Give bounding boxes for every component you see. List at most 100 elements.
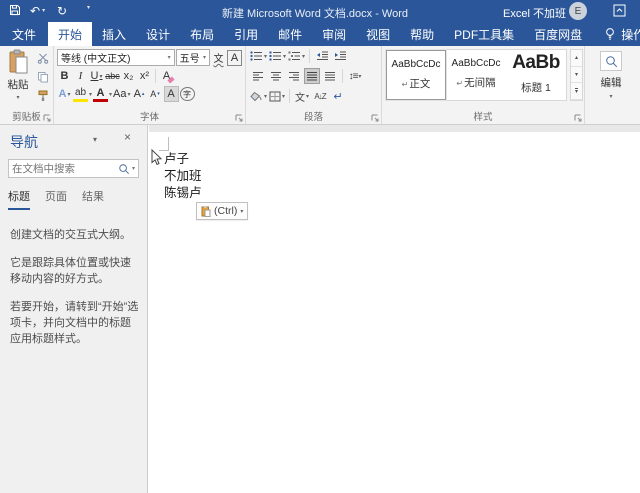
style-normal[interactable]: AaBbCcDc ↵正文 [385,49,447,101]
redo-button[interactable]: ↻ [57,4,67,18]
bold-button[interactable]: B [57,68,72,84]
character-shading-button[interactable]: A [163,86,179,102]
decrease-indent-button[interactable] [314,48,330,64]
styles-dialog-launcher[interactable] [574,114,582,122]
search-input[interactable] [12,162,118,175]
tab-layout[interactable]: 布局 [180,22,224,46]
search-dropdown-icon[interactable]: ▾ [132,165,135,172]
tab-review[interactable]: 审阅 [312,22,356,46]
strikethrough-button[interactable]: abc [105,68,120,84]
font-dialog-launcher[interactable] [235,114,243,122]
document-area: 卢子 不加班 陈锡卢 (Ctrl) ▾ [149,125,640,493]
dialog-launcher-icon [235,114,243,122]
styles-more-button[interactable]: ▾ [571,83,582,101]
align-center-button[interactable] [268,68,284,84]
font-size-combo[interactable]: 五号 ▾ [175,49,210,66]
navigation-tabs: 标题 页面 结果 [8,188,104,210]
chevron-down-icon[interactable]: ▾ [93,135,97,144]
tab-view[interactable]: 视图 [356,22,400,46]
undo-button[interactable]: ↶ ▾ [30,4,45,18]
format-painter-button[interactable] [35,88,51,103]
ribbon: 粘贴 ▾ 剪贴板 等线 (中文正文) ▾ 五号 ▾ 文 A B I U ▾ ab… [0,46,640,125]
redo-icon: ↻ [57,4,68,18]
increase-indent-button[interactable] [332,48,348,64]
scissors-icon [37,53,49,64]
nav-tab-pages[interactable]: 页面 [45,188,67,210]
tab-pdf-tools[interactable]: PDF工具集 [444,22,524,46]
paste-button[interactable]: 粘贴 ▾ [3,49,33,107]
paragraph-dialog-launcher[interactable] [371,114,379,122]
align-left-icon [253,72,263,81]
change-case-button[interactable]: Aa ▾ [113,86,130,102]
styles-scroll-up-button[interactable]: ▴ [571,50,582,67]
distributed-button[interactable] [322,68,338,84]
clear-formatting-button[interactable]: A [159,68,175,84]
search-icon[interactable] [118,163,130,175]
navigation-pane: 导航 ▾ × ▾ 标题 页面 结果 创建文档的交互式大纲。 它是跟踪具体位置或快… [0,125,148,493]
document-line[interactable]: 陈锡卢 [164,185,202,202]
customize-qat-button[interactable]: ▾ [85,4,91,11]
document-page[interactable]: 卢子 不加班 陈锡卢 (Ctrl) ▾ [149,132,640,493]
separator [342,69,343,83]
tab-file[interactable]: 文件 [0,22,48,46]
document-line[interactable]: 不加班 [164,168,202,185]
ribbon-display-options-button[interactable] [613,4,626,17]
character-border-button[interactable]: A [227,49,242,66]
clipboard-dialog-launcher[interactable] [43,114,51,122]
tab-insert[interactable]: 插入 [92,22,136,46]
tab-references[interactable]: 引用 [224,22,268,46]
enclose-characters-button[interactable]: 字 [179,87,195,101]
highlight-color-button[interactable]: ab [73,86,88,102]
tab-baidu-netdisk[interactable]: 百度网盘 [524,22,592,46]
document-line[interactable]: 卢子 [164,151,202,168]
cut-button[interactable] [35,50,51,65]
chevron-down-icon: ▾ [167,55,171,61]
font-name-combo[interactable]: 等线 (中文正文) ▾ [57,49,175,66]
italic-button[interactable]: I [73,68,88,84]
tab-mailings[interactable]: 邮件 [268,22,312,46]
nav-tab-headings[interactable]: 标题 [8,188,30,210]
chevron-down-icon: ▾ [202,55,206,61]
navigation-help-text: 创建文档的交互式大纲。 它是跟踪具体位置或快速移动内容的好方式。 若要开始，请转… [10,227,139,359]
paste-options-button[interactable]: (Ctrl) ▾ [196,202,249,220]
editing-label: 编辑 [600,77,622,89]
font-color-button[interactable]: A [93,86,109,102]
document-search-box[interactable]: ▾ [8,159,139,178]
sort-button[interactable]: A↓Z [312,88,328,104]
superscript-button[interactable]: x² [137,68,152,84]
shrink-font-button[interactable]: A ▾ [148,86,163,102]
editing-button[interactable]: 编辑 ▾ [595,51,627,100]
multilevel-list-button[interactable]: ▾ [288,48,305,64]
signed-in-user[interactable]: Excel 不加班 [503,5,566,21]
align-left-button[interactable] [250,68,266,84]
underline-button[interactable]: U ▾ [89,68,104,84]
avatar[interactable]: E [569,2,587,20]
customize-qat-icon: ▾ [87,4,91,11]
grow-font-button[interactable]: A ▴ [132,86,147,102]
style-no-spacing[interactable]: AaBbCcDc ↵无间隔 [446,50,506,100]
save-button[interactable] [9,4,21,16]
numbering-button[interactable]: ▾ [269,48,286,64]
subscript-button[interactable]: x₂ [121,68,136,84]
line-spacing-button[interactable]: ↕≡ ▾ [347,68,363,84]
text-effects-button[interactable]: A ▾ [57,86,72,102]
show-hide-marks-button[interactable]: ↵ [330,88,346,104]
style-heading-1[interactable]: AaBb 标题 1 [506,50,566,100]
copy-button[interactable] [35,69,51,84]
tab-help[interactable]: 帮助 [400,22,444,46]
asian-layout-button[interactable]: 文 ▾ [294,88,310,104]
phonetic-guide-button[interactable]: 文 [211,50,226,66]
paste-label: 粘贴 [7,79,29,91]
close-icon[interactable]: × [124,130,131,144]
align-right-button[interactable] [286,68,302,84]
nav-tab-results[interactable]: 结果 [82,188,104,210]
bullets-button[interactable]: ▾ [250,48,267,64]
borders-button[interactable]: ▾ [269,88,285,104]
styles-scroll-down-button[interactable]: ▾ [571,67,582,84]
justify-button[interactable] [304,68,320,84]
tell-me-search[interactable]: 操作说明搜索 [604,22,640,46]
shading-button[interactable]: ▾ [250,88,267,104]
tab-home[interactable]: 开始 [48,22,93,46]
clipboard-group: 粘贴 ▾ 剪贴板 [0,46,54,124]
tab-design[interactable]: 设计 [136,22,180,46]
